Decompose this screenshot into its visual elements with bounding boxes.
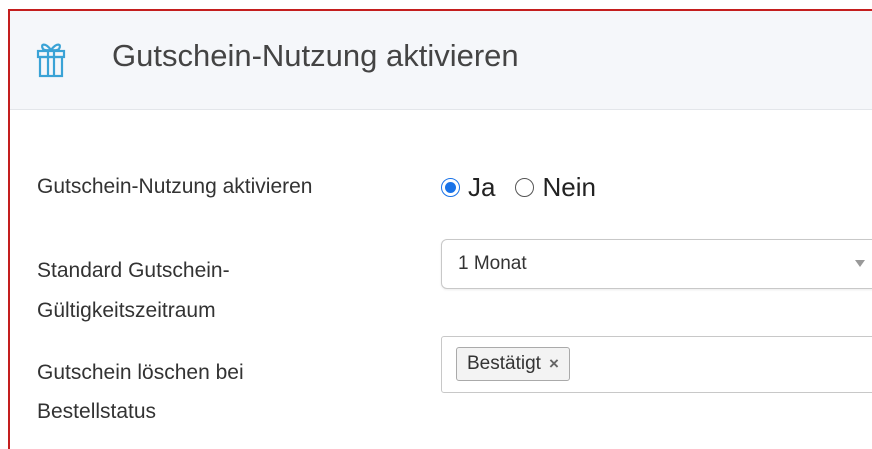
- order-status-tags-input[interactable]: Bestätigt ×: [441, 336, 872, 393]
- radio-nein-label: Nein: [542, 172, 596, 202]
- radio-option-ja[interactable]: Ja: [441, 171, 495, 203]
- settings-panel: Gutschein-Nutzung aktivieren Gutschein-N…: [8, 9, 872, 449]
- close-icon[interactable]: ×: [549, 354, 559, 374]
- validity-period-value: 1 Monat: [458, 253, 527, 274]
- delete-status-label-line2: Bestellstatus: [37, 400, 157, 423]
- validity-period-select[interactable]: 1 Monat: [441, 239, 872, 289]
- validity-period-label-line2: Gültigkeitszeitraum: [37, 299, 216, 322]
- radio-ja[interactable]: [441, 177, 460, 197]
- radio-ja-label: Ja: [468, 172, 496, 202]
- panel-title: Gutschein-Nutzung aktivieren: [112, 38, 519, 73]
- radio-option-nein[interactable]: Nein: [515, 171, 596, 203]
- status-tag: Bestätigt ×: [456, 347, 570, 381]
- panel-header: Gutschein-Nutzung aktivieren: [10, 11, 872, 110]
- validity-period-label-line1: Standard Gutschein-: [37, 259, 230, 282]
- delete-status-label-line1: Gutschein löschen bei: [37, 361, 244, 384]
- chevron-down-icon: [855, 260, 865, 267]
- gift-icon: [36, 38, 66, 78]
- radio-nein[interactable]: [515, 177, 535, 197]
- enable-voucher-radio-group: Ja Nein: [441, 170, 596, 204]
- status-tag-label: Bestätigt: [467, 353, 541, 374]
- enable-voucher-label: Gutschein-Nutzung aktivieren: [37, 175, 313, 198]
